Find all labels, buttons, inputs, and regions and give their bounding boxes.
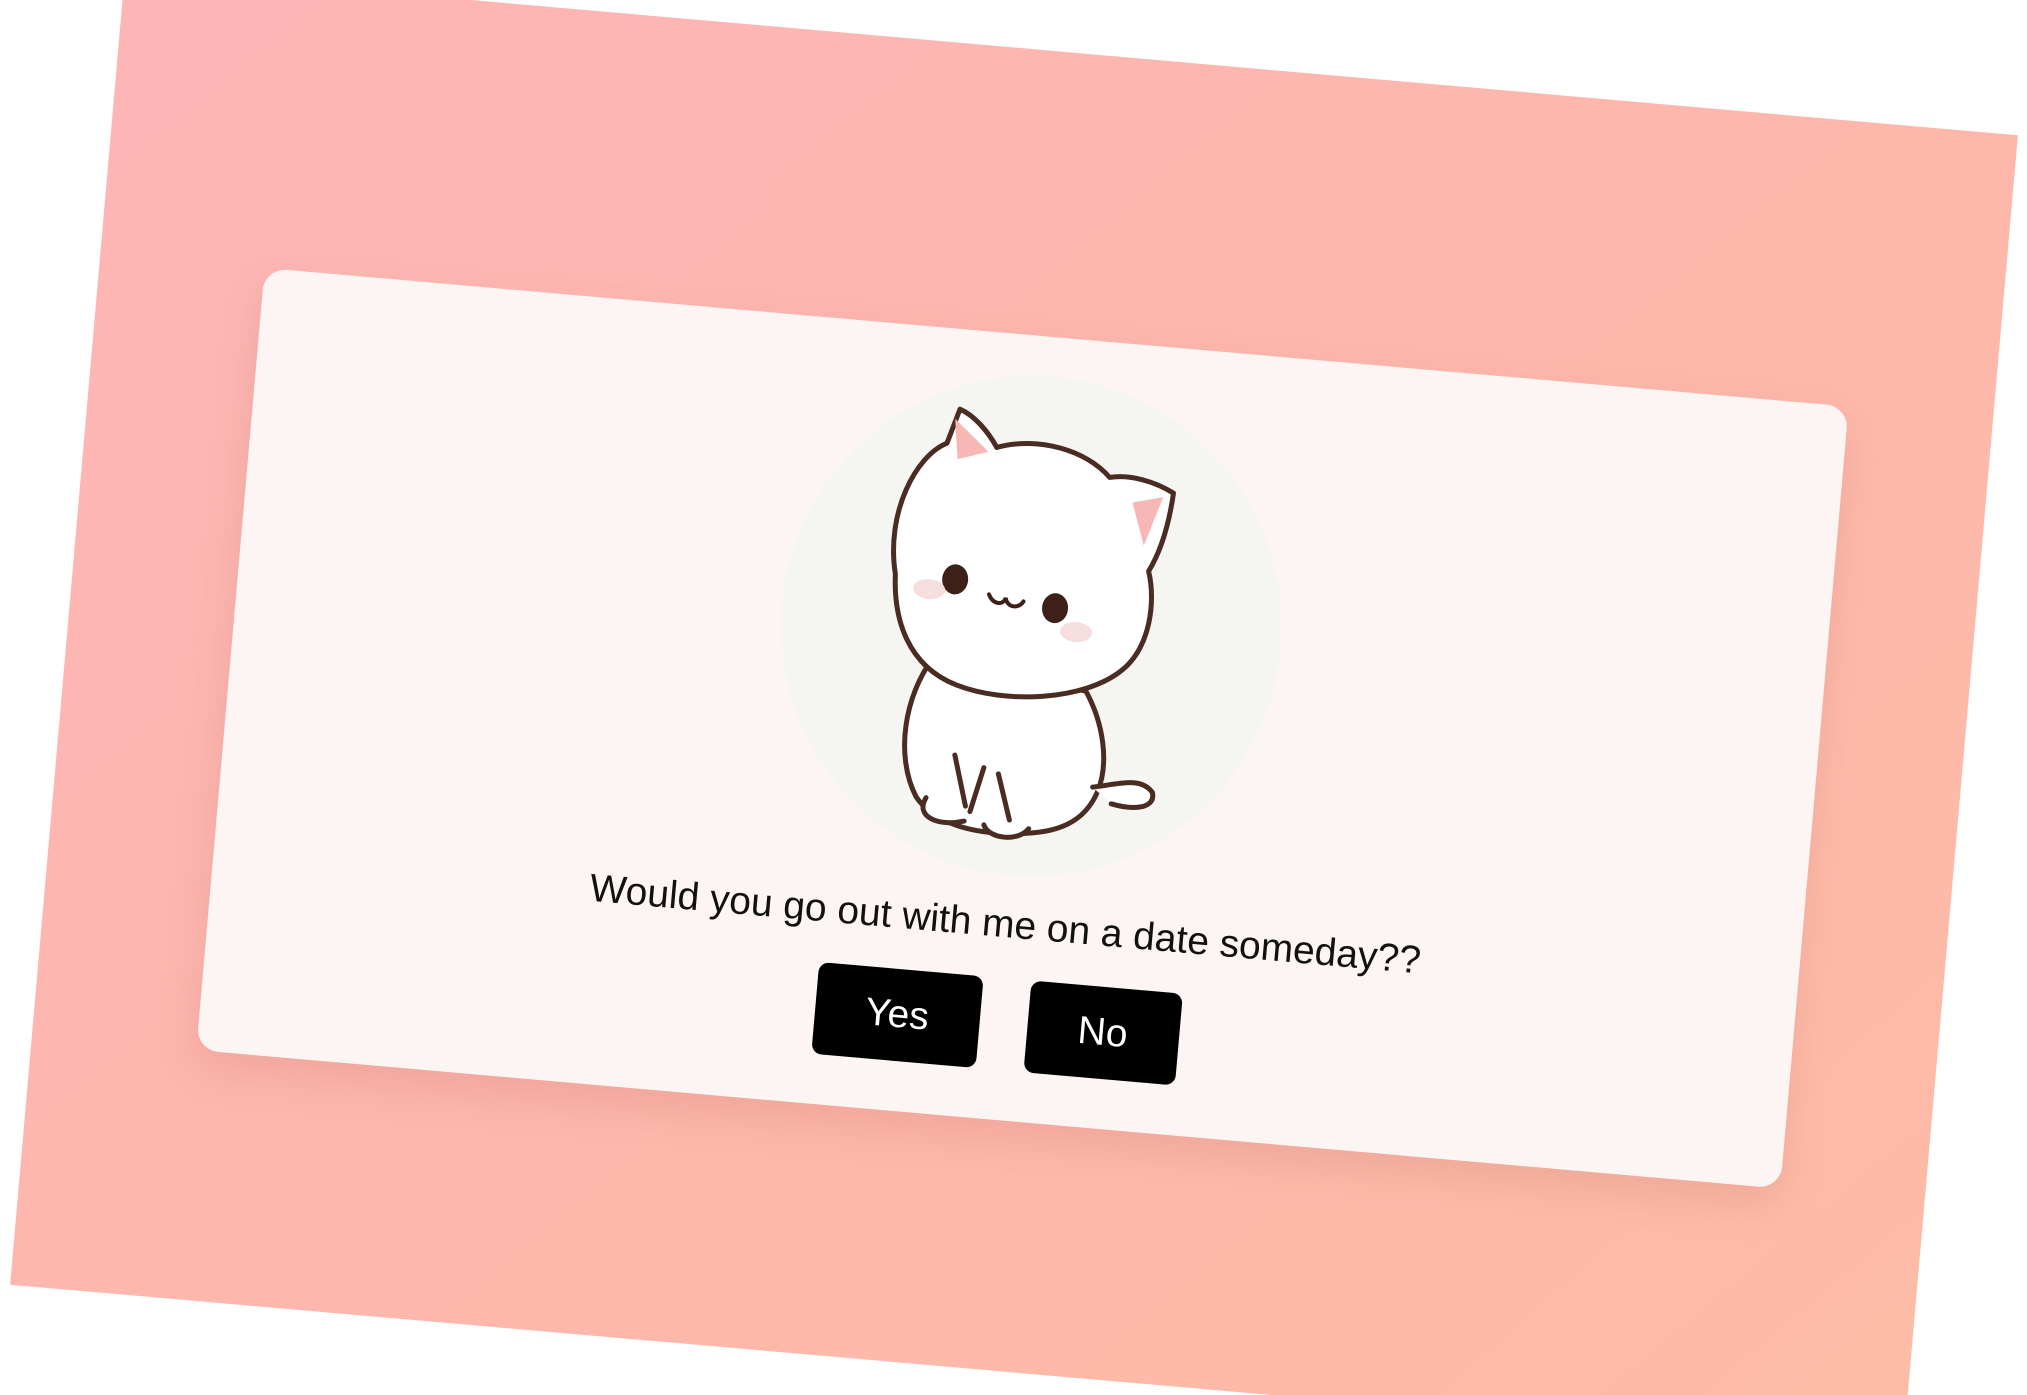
proposal-card: Would you go out with me on a date somed…	[196, 268, 1849, 1189]
viewport: Would you go out with me on a date somed…	[0, 0, 2027, 1395]
cat-illustration-icon	[891, 406, 1177, 840]
page-background: Would you go out with me on a date somed…	[10, 0, 2018, 1395]
yes-button[interactable]: Yes	[810, 961, 984, 1068]
no-button[interactable]: No	[1022, 980, 1183, 1086]
cat-image	[760, 355, 1303, 898]
